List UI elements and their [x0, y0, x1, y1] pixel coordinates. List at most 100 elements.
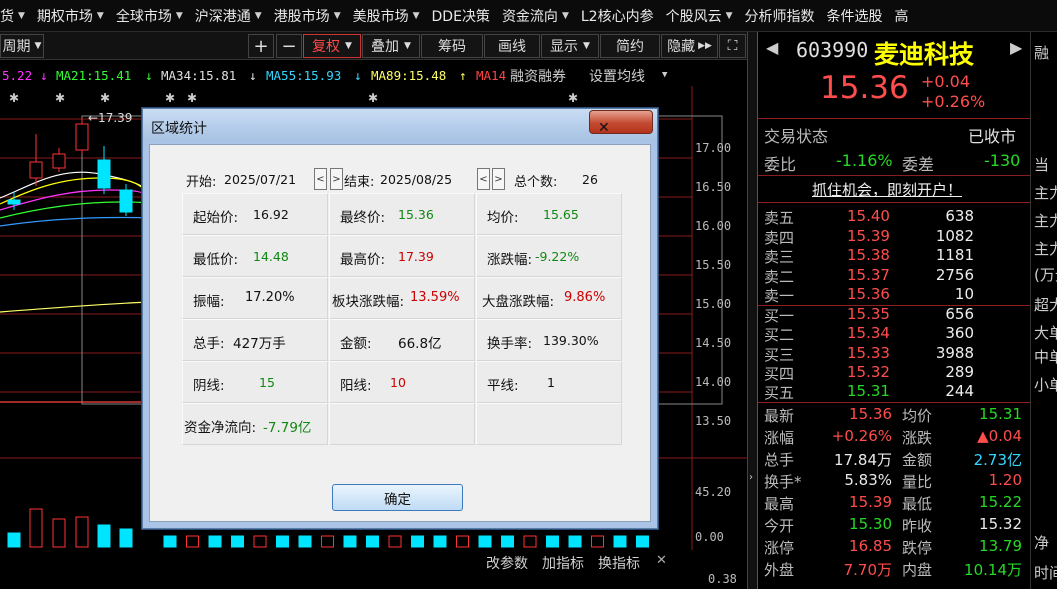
ask-row[interactable]: 卖五 15.40 638 — [758, 207, 1030, 227]
zoom-out-button[interactable]: − — [276, 34, 302, 58]
fuquan-dropdown[interactable]: 复权 ▼ — [303, 34, 361, 58]
stat-value: 1.20 — [988, 471, 1022, 489]
side-item: 当 — [1034, 156, 1050, 174]
overlay-dropdown[interactable]: 叠加 ▼ — [362, 34, 420, 58]
stat-cell-label: 最终价: — [340, 210, 386, 226]
stat-label: 外盘 — [764, 561, 795, 579]
start-label: 开始: — [186, 175, 217, 190]
bid-row[interactable]: 买五 15.31 244 — [758, 382, 1030, 402]
menu-item[interactable]: 货 ▼ — [0, 0, 31, 31]
stat-cell-value: 17.20% — [245, 290, 295, 305]
hide-button[interactable]: 隐藏 ▶▶ — [661, 34, 718, 58]
stat-label: 今开 — [764, 517, 795, 535]
display-dropdown[interactable]: 显示 ▼ — [541, 34, 599, 58]
book-level-label: 卖三 — [764, 248, 795, 266]
bid-row[interactable]: 买一 15.35 656 — [758, 305, 1030, 325]
empty-cell — [476, 403, 622, 445]
trade-status-label: 交易状态 — [764, 127, 829, 146]
confirm-button[interactable]: 确定 — [332, 484, 463, 511]
stat-cell: 起始价: 16.92 — [182, 193, 328, 235]
menu-item[interactable]: 港股市场 ▼ — [268, 0, 347, 31]
weicha-value: -130 — [984, 151, 1021, 170]
book-level-label: 卖一 — [764, 287, 795, 305]
moving-average-line — [0, 301, 151, 313]
double-chevron-right-icon: ▶▶ — [698, 41, 712, 51]
book-price: 15.32 — [847, 362, 890, 381]
stat-cell-label: 平线: — [487, 378, 519, 394]
y-tick: 15.50 — [695, 258, 732, 272]
menu-item[interactable]: 分析师指数 — [739, 0, 821, 31]
start-next-button[interactable]: > — [330, 168, 343, 190]
candle-body — [7, 199, 21, 205]
weibi-label: 委比 — [764, 155, 797, 174]
book-volume: 289 — [945, 362, 974, 381]
stat-cell: 大盘涨跌幅: 9.86% — [476, 277, 622, 319]
book-price: 15.38 — [847, 246, 890, 264]
event-star-icon: ✱ — [165, 91, 175, 105]
menu-item[interactable]: 高 — [889, 0, 915, 31]
sub-chart-tick: 0.38 — [708, 572, 737, 586]
divider — [758, 118, 1030, 119]
stat-cell: 金额: 66.8亿 — [329, 319, 475, 361]
chevron-down-icon: ▼ — [662, 70, 668, 80]
add-indicator-button[interactable]: 加指标 — [542, 553, 584, 573]
change-indicator-button[interactable]: 换指标 — [598, 553, 640, 573]
divider — [758, 402, 1030, 403]
end-prev-button[interactable]: < — [477, 168, 490, 190]
book-price: 15.36 — [847, 285, 890, 303]
zoom-in-button[interactable]: + — [248, 34, 274, 58]
ask-row[interactable]: 卖一 15.36 10 — [758, 285, 1030, 305]
menu-item[interactable]: 全球市场 ▼ — [110, 0, 189, 31]
stat-value: 17.84万 — [834, 451, 892, 469]
stat-cell: 最高价: 17.39 — [329, 235, 475, 277]
menu-item[interactable]: L2核心内参 — [575, 0, 660, 31]
chevron-down-icon: ▼ — [175, 10, 183, 21]
dialog-close-button[interactable]: ✕ — [589, 110, 653, 136]
chevron-down-icon: ▼ — [96, 10, 104, 21]
ask-row[interactable]: 卖四 15.39 1082 — [758, 227, 1030, 247]
ask-row[interactable]: 卖二 15.37 2756 — [758, 266, 1030, 286]
ask-row[interactable]: 卖三 15.38 1181 — [758, 246, 1030, 266]
menu-item[interactable]: DDE决策 — [426, 0, 496, 31]
bid-row[interactable]: 买四 15.32 289 — [758, 363, 1030, 383]
margin-trading-label[interactable]: 融资融券 — [510, 66, 566, 86]
book-level-label: 买三 — [764, 345, 795, 364]
book-level-label: 买五 — [764, 384, 795, 403]
panel-splitter[interactable]: › — [747, 32, 757, 589]
arrow-down-icon: ↓ — [40, 68, 48, 83]
menu-item[interactable]: 沪深港通 ▼ — [189, 0, 268, 31]
simple-mode-button[interactable]: 简约 — [600, 34, 660, 58]
menu-item[interactable]: 个股风云 ▼ — [660, 0, 739, 31]
menu-item[interactable]: 美股市场 ▼ — [347, 0, 426, 31]
dialog-title-bar[interactable]: 区域统计 ✕ — [143, 109, 657, 141]
bid-row[interactable]: 买二 15.34 360 — [758, 324, 1030, 344]
next-stock-icon[interactable]: ▶ — [1010, 38, 1022, 57]
volume-bar — [97, 524, 111, 548]
book-volume: 2756 — [935, 265, 974, 284]
ma-setting-dropdown[interactable]: 设置均线 — [589, 66, 645, 86]
edit-params-button[interactable]: 改参数 — [486, 553, 528, 573]
y-tick: 15.00 — [695, 297, 732, 311]
end-next-button[interactable]: > — [492, 168, 505, 190]
draw-line-button[interactable]: 画线 — [484, 34, 540, 58]
close-icon[interactable]: ✕ — [656, 553, 667, 568]
stat-cell-value: 16.92 — [253, 207, 289, 222]
chips-button[interactable]: 筹码 — [421, 34, 483, 58]
side-item: 主力 — [1034, 240, 1057, 258]
menu-item[interactable]: 期权市场 ▼ — [31, 0, 110, 31]
book-price: 15.31 — [847, 382, 890, 401]
divider — [758, 202, 1030, 203]
menu-item[interactable]: 条件选股 — [821, 0, 889, 31]
period-dropdown[interactable]: 周期 ▼ — [0, 34, 44, 58]
volume-bar — [186, 535, 199, 548]
bid-row[interactable]: 买三 15.33 3988 — [758, 344, 1030, 364]
fullscreen-button[interactable]: ⛶ — [719, 34, 746, 58]
side-item: 超大 — [1034, 296, 1057, 314]
start-prev-button[interactable]: < — [314, 168, 327, 190]
menu-item[interactable]: 资金流向 ▼ — [496, 0, 575, 31]
previous-stock-icon[interactable]: ◀ — [766, 38, 778, 57]
top-menu-bar: 货 ▼ 期权市场 ▼ 全球市场 ▼ 沪深港通 ▼ 港股市场 ▼ 美股市场 ▼ DDE决策 资金流向 ▼ L2核… — [0, 0, 1057, 32]
book-volume: 1181 — [935, 246, 974, 264]
book-volume: 3988 — [935, 343, 974, 362]
open-account-link[interactable]: 抓住机会，即刻开户！ — [812, 179, 962, 200]
